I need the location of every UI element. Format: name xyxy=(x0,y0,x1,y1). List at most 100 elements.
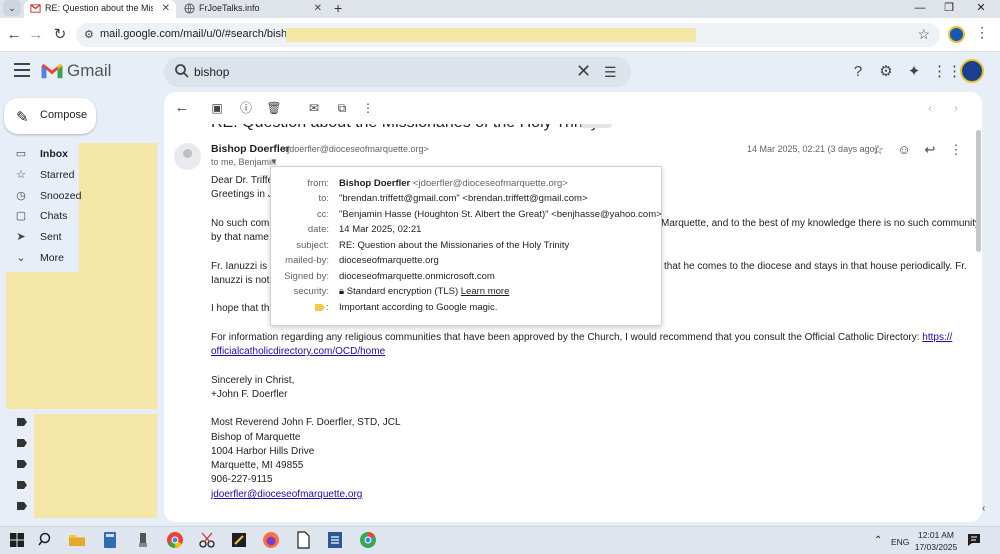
tab-close-icon[interactable]: ✕ xyxy=(314,0,322,17)
search-bar[interactable]: bishop ✕ ☰ xyxy=(164,57,631,87)
maximize-button[interactable]: ❐ xyxy=(934,0,964,16)
sender-email: <jdoerfler@dioceseofmarquette.org> xyxy=(282,144,429,154)
sidebar-item-chats[interactable]: ▢ Chats xyxy=(14,206,79,226)
message-scrollbar[interactable] xyxy=(976,130,981,252)
back-button[interactable]: ← xyxy=(4,25,24,45)
ocd-link-part-2[interactable]: officialcatholicdirectory.com/OCD/home xyxy=(211,346,385,357)
side-panel-toggle-icon[interactable]: ‹ xyxy=(982,503,996,517)
label-tag-icon[interactable] xyxy=(17,418,27,426)
bookmark-star-icon[interactable]: ☆ xyxy=(917,26,930,43)
tab-gmail[interactable]: RE: Question about the Mission ✕ xyxy=(24,0,176,18)
reply-icon[interactable]: ↩ xyxy=(922,142,938,158)
windows-start-icon[interactable] xyxy=(8,531,26,549)
signature-line-4: Marquette, MI 49855 xyxy=(211,460,304,471)
clear-search-icon[interactable]: ✕ xyxy=(576,61,591,82)
star-icon: ☆ xyxy=(16,169,26,181)
clock-time[interactable]: 12:01 AM xyxy=(912,530,960,540)
details-importance-row: : Important according to Google magic. xyxy=(271,300,663,315)
send-icon: ➤ xyxy=(16,231,26,243)
search-icon[interactable] xyxy=(37,531,55,549)
sidebar-item-sent[interactable]: ➤ Sent xyxy=(14,227,79,247)
body-greeting-2: Greetings in J xyxy=(211,189,273,200)
clock-date[interactable]: 17/03/2025 xyxy=(912,542,960,552)
sticky-app-icon[interactable] xyxy=(230,531,248,549)
chrome-profile-icon[interactable] xyxy=(359,531,377,549)
tab-close-icon[interactable]: ✕ xyxy=(162,0,170,17)
delete-icon[interactable]: 🗑 xyxy=(266,100,282,116)
sidebar-item-snoozed[interactable]: ◷ Snoozed xyxy=(14,186,81,206)
signature-line-1: Most Reverend John F. Doerfler, STD, JCL xyxy=(211,417,401,428)
snipping-tool-icon[interactable] xyxy=(198,531,216,549)
mark-unread-icon[interactable]: ✉ xyxy=(306,100,322,116)
chevron-down-icon: ⌄ xyxy=(16,252,26,264)
label-tag-icon[interactable] xyxy=(17,502,27,510)
archive-icon[interactable]: ▣ xyxy=(209,100,225,116)
tab-frjoetalks[interactable]: FrJoeTalks.info ✕ xyxy=(178,0,328,18)
report-spam-icon[interactable]: ⓘ xyxy=(238,100,254,116)
close-window-button[interactable]: ✕ xyxy=(966,0,996,16)
newer-message-chevron-icon[interactable]: ‹ xyxy=(922,100,938,116)
chrome-icon[interactable] xyxy=(166,531,184,549)
show-details-caret-icon[interactable]: ▼ xyxy=(270,157,278,166)
tab-title: RE: Question about the Mission xyxy=(45,3,153,13)
tab-title: FrJoeTalks.info xyxy=(199,3,260,13)
new-tab-button[interactable]: + xyxy=(334,0,342,16)
gmail-logo-icon[interactable] xyxy=(40,63,64,80)
older-message-chevron-icon[interactable]: › xyxy=(948,100,964,116)
star-icon[interactable]: ☆ xyxy=(870,142,886,158)
sidebar-item-inbox[interactable]: ▭ Inbox xyxy=(14,144,79,164)
compose-button[interactable]: ✎ Compose xyxy=(4,98,96,134)
more-actions-icon[interactable]: ⋮ xyxy=(360,100,376,116)
sender-avatar xyxy=(174,143,201,170)
reload-button[interactable]: ↻ xyxy=(50,25,70,45)
emoji-react-icon[interactable]: ☺ xyxy=(896,142,912,158)
tab-search-dropdown[interactable]: ⌄ xyxy=(3,0,21,16)
apps-grid-icon[interactable]: ⋮⋮ xyxy=(932,63,962,81)
search-input[interactable]: bishop xyxy=(194,65,229,79)
lock-icon: 🔒︎ xyxy=(339,286,345,297)
forward-button[interactable]: → xyxy=(26,25,46,45)
gemini-sparkle-icon[interactable]: ✦ xyxy=(905,63,923,81)
browser-profile-avatar[interactable] xyxy=(948,26,965,43)
label-tag-icon[interactable] xyxy=(17,460,27,468)
globe-icon xyxy=(184,3,195,14)
label-tag-icon[interactable] xyxy=(17,439,27,447)
search-icon[interactable] xyxy=(174,63,190,79)
main-menu-icon[interactable] xyxy=(14,63,30,77)
site-info-icon[interactable]: ⚙ xyxy=(84,28,94,41)
help-icon[interactable]: ? xyxy=(849,63,867,81)
back-to-search-button[interactable]: ← xyxy=(174,100,190,116)
ocd-link-part-1[interactable]: https:// xyxy=(922,332,952,343)
sidebar-item-more[interactable]: ⌄ More xyxy=(14,248,79,268)
firefox-icon[interactable] xyxy=(262,531,280,549)
document-file-icon[interactable] xyxy=(294,531,312,549)
minimize-button[interactable]: — xyxy=(905,0,935,16)
address-bar[interactable]: ⚙ mail.google.com/mail/u/0/#search/bisho… xyxy=(76,23,940,47)
sidebar-item-starred[interactable]: ☆ Starred xyxy=(14,165,79,185)
signature-line-2: Bishop of Marquette xyxy=(211,432,301,443)
tray-overflow-chevron-icon[interactable]: ⌃ xyxy=(874,535,882,546)
signature-email-link[interactable]: jdoerfler@dioceseofmarquette.org xyxy=(211,489,362,500)
sender-name[interactable]: Bishop Doerfler xyxy=(211,143,290,155)
language-indicator[interactable]: ENG xyxy=(891,537,909,547)
usb-device-icon[interactable] xyxy=(134,531,152,549)
signature-line-3: 1004 Harbor Hills Drive xyxy=(211,446,315,457)
details-security-row: security: 🔒︎ Standard encryption (TLS) L… xyxy=(293,286,510,297)
clock-icon: ◷ xyxy=(16,190,26,202)
message-more-icon[interactable]: ⋮ xyxy=(948,142,964,158)
body-paragraph-2a-right: that he comes to the diocese and stays i… xyxy=(664,261,967,272)
settings-gear-icon[interactable]: ⚙ xyxy=(877,63,895,81)
notification-center-icon[interactable] xyxy=(966,532,982,548)
details-to-row: to: "brendan.triffett@gmail.com" <brenda… xyxy=(318,193,588,204)
learn-more-link[interactable]: Learn more xyxy=(461,286,510,297)
file-explorer-icon[interactable] xyxy=(68,531,86,549)
search-options-icon[interactable]: ☰ xyxy=(604,64,617,81)
calculator-icon[interactable] xyxy=(101,531,119,549)
browser-menu-icon[interactable]: ⋮ xyxy=(975,24,989,41)
body-paragraph-2b: Ianuzzi is not c xyxy=(211,275,278,286)
importance-marker-icon xyxy=(315,304,325,311)
label-tag-icon[interactable] xyxy=(17,481,27,489)
word-doc-icon[interactable] xyxy=(326,531,344,549)
account-avatar[interactable] xyxy=(960,59,984,83)
move-to-icon[interactable]: ⧉ xyxy=(334,100,350,116)
